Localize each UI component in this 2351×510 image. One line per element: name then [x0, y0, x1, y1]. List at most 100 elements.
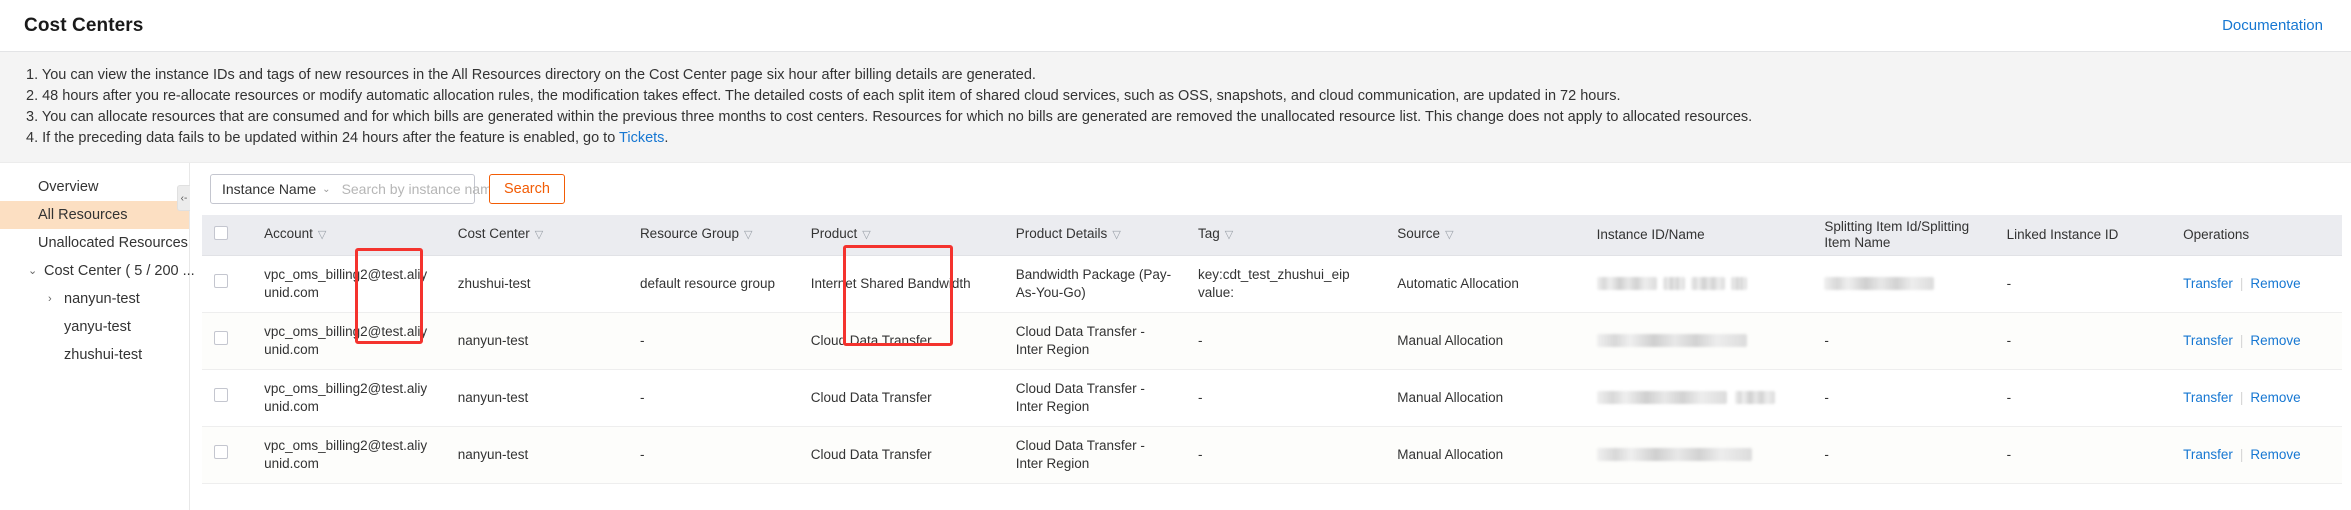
- row-select-cell[interactable]: [202, 312, 253, 370]
- transfer-link[interactable]: Transfer: [2183, 276, 2233, 291]
- filter-icon[interactable]: ▽: [1225, 229, 1233, 241]
- cell-product: Cloud Data Transfer: [798, 312, 1004, 370]
- sidebar-item-all-resources[interactable]: All Resources: [0, 201, 189, 229]
- sidebar-item-label: nanyun-test: [64, 291, 140, 307]
- sidebar-item-label: All Resources: [38, 207, 128, 223]
- select-all-checkbox[interactable]: [214, 225, 228, 240]
- operations-separator: |: [2239, 275, 2244, 291]
- sidebar-item-unallocated-resources[interactable]: Unallocated Resources: [0, 229, 189, 257]
- table-row[interactable]: vpc_oms_billing2@test.aliyunid.com nanyun…: [202, 369, 2342, 427]
- search-button[interactable]: Search: [489, 174, 565, 204]
- cell-source-value: Manual Allocation: [1397, 389, 1504, 405]
- filter-icon[interactable]: ▽: [744, 229, 752, 241]
- row-select-cell[interactable]: [202, 369, 253, 427]
- column-header-label: Product: [810, 226, 858, 242]
- row-checkbox[interactable]: [214, 274, 228, 288]
- filter-icon[interactable]: ▽: [1445, 229, 1453, 241]
- table-scroll-container[interactable]: Account ▽ Cost Center ▽ Resource Group ▽ Produ…: [202, 215, 2351, 484]
- redacted-instance-id: [1662, 277, 1685, 291]
- row-checkbox[interactable]: [214, 388, 228, 402]
- sidebar-item-label: Unallocated Resources: [38, 235, 188, 251]
- column-header-tag[interactable]: Tag ▽: [1185, 215, 1386, 256]
- redacted-instance-id: [1734, 391, 1775, 405]
- filter-icon[interactable]: ▽: [318, 229, 326, 241]
- column-header-label: Linked Instance ID: [2006, 226, 2119, 242]
- table-row[interactable]: vpc_oms_billing2@test.aliyunid.com nanyun…: [202, 312, 2342, 370]
- resources-table: Account ▽ Cost Center ▽ Resource Group ▽ Produ…: [202, 215, 2342, 484]
- sidebar-item-label: zhushui-test: [64, 347, 143, 363]
- chevron-icon[interactable]: ›: [48, 293, 62, 305]
- column-header-account[interactable]: Account ▽: [252, 215, 446, 256]
- cell-instance-id: [1584, 369, 1813, 427]
- cell-product-value: Cloud Data Transfer: [810, 389, 932, 405]
- cell-account: vpc_oms_billing2@test.aliyunid.com: [252, 369, 446, 427]
- sidebar-item-overview[interactable]: Overview: [0, 173, 189, 201]
- cell-product: Internet Shared Bandwidth: [798, 255, 1004, 313]
- chevron-icon[interactable]: ⌄: [28, 265, 42, 277]
- redacted-instance-id: [1596, 334, 1747, 348]
- sidebar-item-yanyu-test[interactable]: yanyu-test: [0, 313, 189, 341]
- cell-cost-center-value: nanyun-test: [457, 332, 529, 348]
- cell-cost-center-value: nanyun-test: [457, 446, 529, 462]
- transfer-link[interactable]: Transfer: [2183, 447, 2233, 462]
- transfer-link[interactable]: Transfer: [2183, 333, 2233, 348]
- transfer-link[interactable]: Transfer: [2183, 390, 2233, 405]
- sidebar-item-zhushui-test[interactable]: zhushui-test: [0, 341, 189, 369]
- filter-icon[interactable]: ▽: [535, 229, 543, 241]
- cell-account-value: vpc_oms_billing2@test.aliyunid.com: [264, 380, 428, 414]
- row-checkbox[interactable]: [214, 445, 228, 459]
- cell-instance-id: [1584, 426, 1813, 484]
- redacted-splitting-item: [1824, 277, 1935, 291]
- remove-link[interactable]: Remove: [2250, 276, 2300, 291]
- row-checkbox[interactable]: [214, 331, 228, 345]
- filter-field-select[interactable]: Instance Name: [211, 181, 322, 197]
- cell-linked-instance-id-value: -: [2006, 275, 2012, 291]
- cell-tag-value: -: [1197, 446, 1203, 462]
- cell-source: Manual Allocation: [1385, 369, 1585, 427]
- table-row[interactable]: vpc_oms_billing2@test.aliyunid.com nanyun…: [202, 426, 2342, 484]
- cell-resource-group: default resource group: [627, 255, 799, 313]
- column-header-resource-group[interactable]: Resource Group ▽: [627, 215, 799, 256]
- cell-account-value: vpc_oms_billing2@test.aliyunid.com: [264, 323, 428, 357]
- cell-cost-center: nanyun-test: [445, 312, 628, 370]
- chevron-down-icon[interactable]: ⌄: [322, 184, 338, 195]
- notice-line-3: 3. You can allocate resources that are c…: [26, 109, 1753, 125]
- column-header-product-details[interactable]: Product Details ▽: [1003, 215, 1186, 256]
- search-combo[interactable]: Instance Name ⌄: [210, 174, 523, 204]
- sidebar-collapse-toggle[interactable]: ‹-: [177, 185, 190, 211]
- remove-link[interactable]: Remove: [2250, 333, 2300, 348]
- cell-instance-id: [1584, 312, 1813, 370]
- cell-product-details: Cloud Data Transfer - Inter Region: [1003, 312, 1186, 370]
- filter-icon[interactable]: ▽: [862, 229, 870, 241]
- cell-product-value: Internet Shared Bandwidth: [810, 275, 971, 291]
- remove-link[interactable]: Remove: [2250, 447, 2300, 462]
- documentation-link[interactable]: Documentation: [2222, 17, 2323, 34]
- column-header-product[interactable]: Product ▽: [798, 215, 1004, 256]
- table-row[interactable]: vpc_oms_billing2@test.aliyunid.com zhushu…: [202, 255, 2342, 313]
- sidebar-item-label: Overview: [38, 179, 99, 195]
- remove-link[interactable]: Remove: [2250, 390, 2300, 405]
- cell-source-value: Automatic Allocation: [1397, 275, 1519, 291]
- sidebar-item-nanyun-test[interactable]: › nanyun-test: [0, 285, 189, 313]
- notice-line-4-post: .: [664, 130, 669, 146]
- column-header-instance-id-name: Instance ID/Name: [1584, 215, 1813, 256]
- tickets-link[interactable]: Tickets: [619, 130, 664, 146]
- cell-linked-instance-id: -: [1994, 312, 2172, 370]
- cell-source-value: Manual Allocation: [1397, 332, 1504, 348]
- column-header-cost-center[interactable]: Cost Center ▽: [445, 215, 628, 256]
- notice-line-1: 1. You can view the instance IDs and tag…: [26, 67, 1036, 83]
- cell-tag: -: [1185, 312, 1386, 370]
- column-header-source[interactable]: Source ▽: [1385, 215, 1585, 256]
- operations-separator: |: [2239, 446, 2244, 462]
- sidebar-item-cost-center-5-200[interactable]: ⌄ Cost Center ( 5 / 200 ...: [0, 257, 195, 285]
- row-select-cell[interactable]: [202, 426, 253, 484]
- cell-tag-value: -: [1197, 389, 1203, 405]
- cell-product-details: Bandwidth Package (Pay-As-You-Go): [1003, 255, 1186, 313]
- cell-operations: Transfer | Remove: [2171, 426, 2342, 484]
- row-select-cell[interactable]: [202, 255, 253, 313]
- filter-icon[interactable]: ▽: [1112, 229, 1120, 241]
- table-header-row: Account ▽ Cost Center ▽ Resource Group ▽ Produ…: [202, 215, 2342, 256]
- cell-resource-group-value: default resource group: [639, 275, 776, 291]
- redacted-instance-id: [1596, 391, 1727, 405]
- cell-product-details-value: Cloud Data Transfer - Inter Region: [1015, 437, 1145, 471]
